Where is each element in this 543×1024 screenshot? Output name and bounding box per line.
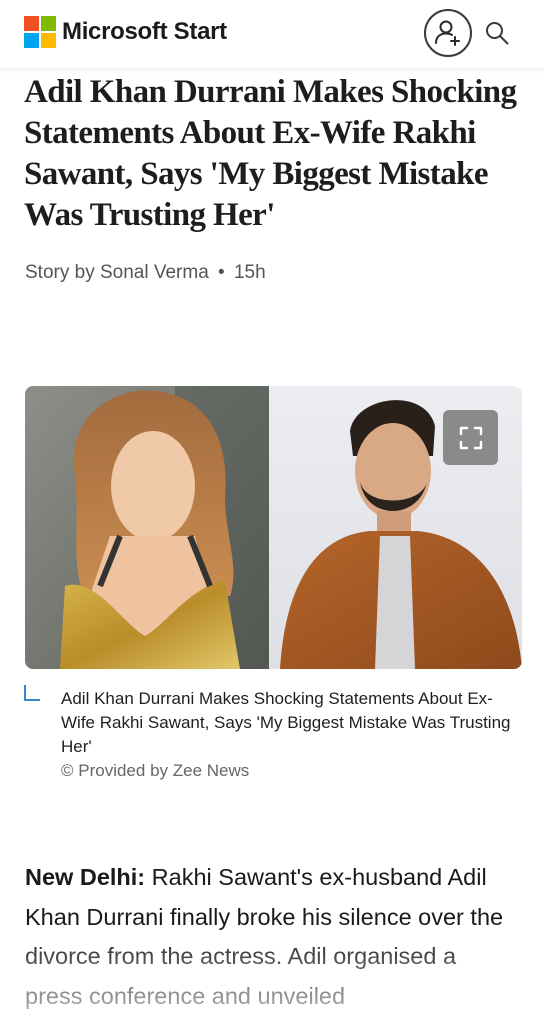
- article-headline: Adil Khan Durrani Makes Shocking Stateme…: [24, 74, 517, 233]
- microsoft-logo-icon[interactable]: [24, 16, 56, 48]
- expand-icon: [459, 426, 482, 449]
- brand-name[interactable]: Microsoft Start: [62, 16, 227, 48]
- logo-red-square: [24, 16, 39, 31]
- byline: Story by Sonal Verma • 15h: [25, 262, 266, 284]
- image-caption: Adil Khan Durrani Makes Shocking Stateme…: [61, 689, 511, 756]
- top-bar: Microsoft Start: [0, 0, 543, 68]
- sign-in-button[interactable]: [424, 9, 472, 57]
- caption-corner-icon: [24, 685, 40, 701]
- logo-yellow-square: [41, 33, 56, 48]
- add-account-icon: [435, 20, 460, 46]
- byline-author[interactable]: Story by Sonal Verma: [25, 262, 209, 283]
- byline-age: 15h: [233, 262, 266, 283]
- logo-blue-square: [24, 33, 39, 48]
- image-provider-credit: © Provided by Zee News: [61, 761, 250, 780]
- article-body-paragraph: New Delhi: Rakhi Sawant's ex-husband Adi…: [25, 858, 520, 1016]
- search-button[interactable]: [484, 20, 510, 46]
- body-dateline: New Delhi:: [25, 864, 146, 890]
- logo-green-square: [41, 16, 56, 31]
- byline-separator: •: [218, 262, 225, 283]
- search-icon: [486, 22, 509, 45]
- expand-image-button[interactable]: [443, 410, 498, 465]
